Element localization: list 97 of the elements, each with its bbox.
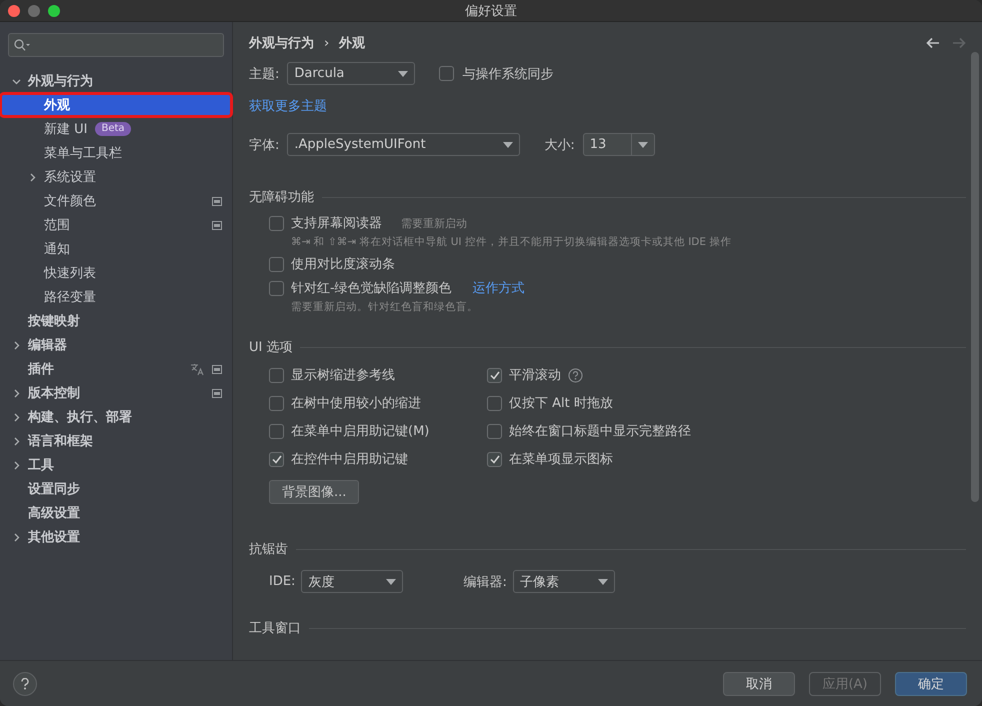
dropdown-caret-icon	[503, 142, 514, 148]
sidebar-item[interactable]: 工具	[0, 453, 232, 477]
hint-text: 需要重新启动。针对红色盲和绿色盲。	[290, 300, 479, 314]
chevron-right-icon[interactable]	[12, 412, 21, 422]
dropdown-caret-icon	[386, 578, 396, 584]
more-themes-link[interactable]: 获取更多主题	[249, 97, 327, 115]
chevron-right-icon[interactable]	[12, 436, 21, 446]
sidebar-item[interactable]: 新建 UI Beta	[0, 117, 232, 141]
dropdown-caret-icon	[598, 578, 608, 584]
section-title: 无障碍功能	[249, 189, 314, 206]
sidebar-item[interactable]: 范围	[0, 213, 232, 237]
checkbox-label: 平滑滚动	[509, 367, 561, 384]
checkbox[interactable]	[269, 256, 284, 272]
checkbox[interactable]	[487, 452, 502, 466]
checkbox[interactable]	[487, 368, 502, 382]
checkbox-label: 在树中使用较小的缩进	[291, 395, 421, 412]
checkbox[interactable]	[487, 424, 502, 438]
sidebar-item[interactable]: 其他设置	[0, 525, 232, 549]
sidebar-item[interactable]: 按键映射	[0, 309, 232, 333]
note-text: 需要重新启动	[401, 216, 467, 230]
checkbox-label: 使用对比度滚动条	[291, 256, 395, 273]
checkbox[interactable]	[269, 396, 284, 410]
beta-badge: Beta	[95, 122, 131, 136]
checkbox-label: 在菜单中启用助记键(M)	[291, 423, 430, 440]
background-image-button[interactable]: 背景图像...	[269, 480, 360, 504]
ok-button[interactable]: 确定	[895, 672, 967, 696]
checkmark-icon	[490, 370, 500, 380]
theme-dropdown[interactable]: Darcula	[287, 62, 416, 85]
how-it-works-link[interactable]: 运作方式	[472, 279, 525, 297]
chevron-down-icon[interactable]	[12, 76, 21, 86]
scrollbar[interactable]	[971, 52, 979, 502]
help-icon[interactable]	[568, 368, 583, 382]
sidebar-item[interactable]: 语言和框架	[0, 429, 232, 453]
checkbox-label: 针对红-绿色觉缺陷调整颜色	[291, 280, 452, 297]
sidebar-item[interactable]: 插件	[0, 357, 232, 381]
checkmark-icon	[490, 454, 500, 464]
checkbox[interactable]	[269, 452, 284, 466]
font-dropdown[interactable]: .AppleSystemUIFont	[287, 133, 520, 156]
breadcrumb-item: 外观与行为	[249, 35, 314, 52]
chevron-right-icon[interactable]	[28, 172, 37, 182]
checkbox[interactable]	[269, 424, 284, 438]
checkbox-label: 与操作系统同步	[462, 66, 554, 82]
sidebar-item[interactable]: 系统设置	[0, 165, 232, 189]
sidebar-item[interactable]: 路径变量	[0, 285, 232, 309]
checkbox[interactable]	[487, 396, 502, 410]
dialog-button[interactable]: 取消	[723, 672, 795, 696]
sidebar-item[interactable]: 快速列表	[0, 261, 232, 285]
section-title: 抗锯齿	[249, 541, 288, 558]
sidebar-item[interactable]: 版本控制	[0, 381, 232, 405]
field-label: 编辑器:	[463, 574, 507, 590]
sidebar-item[interactable]: 构建、执行、部署	[0, 405, 232, 429]
dropdown[interactable]: 子像素	[512, 570, 615, 593]
checkmark-icon	[272, 454, 282, 464]
sidebar-item[interactable]: 菜单与工具栏	[0, 141, 232, 165]
field-label: 字体:	[249, 136, 280, 154]
close-button[interactable]	[8, 4, 20, 16]
sidebar-item[interactable]: 编辑器	[0, 333, 232, 357]
window-title: 偏好设置	[465, 4, 517, 18]
section-title: 工具窗口	[249, 620, 301, 637]
checkbox-label: 在菜单项显示图标	[509, 451, 613, 468]
checkbox[interactable]	[269, 216, 284, 230]
chevron-right-icon[interactable]	[12, 340, 21, 350]
zoom-button[interactable]	[48, 4, 60, 16]
chevron-right-icon[interactable]	[12, 532, 21, 542]
checkbox[interactable]	[439, 66, 454, 81]
field-label: IDE:	[269, 574, 296, 589]
sidebar-item[interactable]: 设置同步	[0, 477, 232, 501]
sidebar-item[interactable]: 文件颜色	[0, 189, 232, 213]
chevron-right-icon[interactable]	[12, 388, 21, 398]
checkbox-label: 显示树缩进参考线	[291, 367, 395, 384]
size-combo[interactable]: 13	[582, 133, 655, 156]
search-icon	[14, 39, 30, 51]
breadcrumb-item: 外观	[339, 35, 366, 52]
section-title: UI 选项	[249, 339, 292, 356]
question-mark-icon	[21, 678, 29, 690]
dropdown-caret-icon	[638, 142, 648, 148]
checkbox-label: 仅按下 Alt 时拖放	[509, 395, 613, 412]
hint-text: ⌘⇥ 和 ⇧⌘⇥ 将在对话框中导航 UI 控件，并且不能用于切换编辑器选项卡或其他 IDE 操作	[290, 235, 732, 249]
field-label: 大小:	[544, 136, 575, 154]
sidebar-item[interactable]: 通知	[0, 237, 232, 261]
dropdown-caret-icon	[398, 70, 408, 76]
help-button[interactable]	[13, 672, 37, 696]
checkbox-label: 支持屏幕阅读器	[291, 215, 382, 232]
checkbox[interactable]	[269, 280, 284, 296]
back-arrow-icon[interactable]	[926, 37, 940, 49]
search-field[interactable]	[8, 33, 224, 57]
sidebar-item[interactable]: 外观与行为	[0, 69, 232, 93]
checkbox[interactable]	[269, 368, 284, 382]
checkbox-label: 在控件中启用助记键	[291, 451, 408, 468]
sidebar-item[interactable]: 高级设置	[0, 501, 232, 525]
breadcrumb-separator: ›	[324, 36, 330, 50]
field-label: 主题:	[249, 66, 280, 82]
chevron-right-icon[interactable]	[12, 460, 21, 470]
minimize-button[interactable]	[28, 4, 40, 16]
dropdown[interactable]: 灰度	[301, 570, 404, 593]
checkbox-label: 始终在窗口标题中显示完整路径	[509, 423, 691, 440]
sidebar-item[interactable]: 外观	[0, 93, 232, 117]
